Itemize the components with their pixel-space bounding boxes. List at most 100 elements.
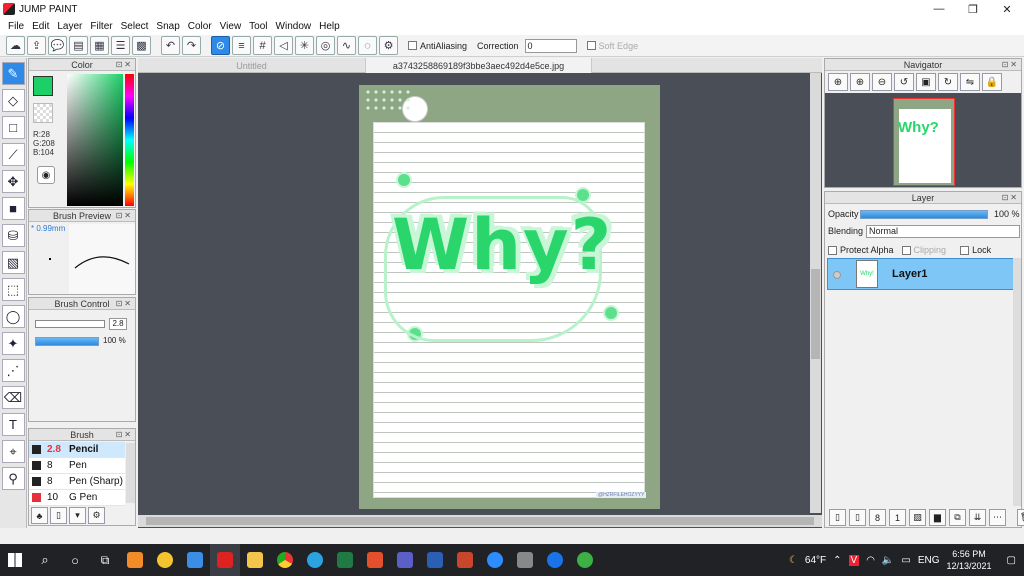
task-view-icon[interactable]: ⧉ <box>90 544 120 576</box>
rectangle-tool-icon[interactable]: □ <box>1 116 25 139</box>
new-brush-icon[interactable]: ▯ <box>50 507 67 524</box>
zoom-out-icon[interactable]: ⊖ <box>872 73 892 91</box>
chrome-alt-icon[interactable] <box>150 544 180 576</box>
message-icon[interactable]: ▤ <box>69 36 88 55</box>
brush-menu-icon[interactable]: ▾ <box>69 507 86 524</box>
teams-icon[interactable] <box>390 544 420 576</box>
background-color-swatch[interactable] <box>33 103 53 123</box>
chrome-icon[interactable] <box>270 544 300 576</box>
brush-opacity-slider[interactable] <box>35 337 99 346</box>
windows-start-icon[interactable] <box>0 544 30 576</box>
volume-icon[interactable]: 🔈 <box>882 555 894 566</box>
move-tool-icon[interactable]: ✥ <box>1 170 25 193</box>
zalo-icon[interactable] <box>540 544 570 576</box>
tray-app-icon[interactable]: V <box>848 554 860 566</box>
menu-layer[interactable]: Layer <box>53 21 86 32</box>
redo-icon[interactable]: ↷ <box>182 36 201 55</box>
menu-window[interactable]: Window <box>272 21 316 32</box>
edge-icon[interactable] <box>300 544 330 576</box>
snap-off-icon[interactable]: ⊘ <box>211 36 230 55</box>
comment-icon[interactable]: 💬 <box>48 36 67 55</box>
store-icon[interactable] <box>180 544 210 576</box>
weather-temperature[interactable]: 64°F <box>805 555 826 566</box>
soft-edge-checkbox[interactable]: Soft Edge <box>586 41 638 51</box>
eyedropper-button[interactable]: ◉ <box>37 166 55 184</box>
brush-group-icon[interactable]: ♣ <box>31 507 48 524</box>
brush-tool-icon[interactable]: ✎ <box>1 62 25 85</box>
undo-icon[interactable]: ↶ <box>161 36 180 55</box>
bucket-tool-icon[interactable]: ⛁ <box>1 224 25 247</box>
brush-list-scrollbar[interactable] <box>126 443 135 503</box>
rotate-snap-icon[interactable]: ◌ <box>358 36 377 55</box>
vanishing-snap-icon[interactable]: ◁ <box>274 36 293 55</box>
line-tool-icon[interactable]: ⟋ <box>1 143 25 166</box>
powerpoint-icon[interactable] <box>450 544 480 576</box>
gradient-tool-icon[interactable]: ▧ <box>1 251 25 274</box>
zoom-icon[interactable] <box>480 544 510 576</box>
menu-color[interactable]: Color <box>184 21 216 32</box>
clipping-checkbox[interactable]: Clipping <box>901 245 946 255</box>
minimize-button[interactable]: — <box>922 0 956 18</box>
document-icon[interactable]: ▦ <box>90 36 109 55</box>
vertical-scroll-thumb[interactable] <box>811 269 820 359</box>
language-indicator[interactable]: ENG <box>918 555 940 566</box>
battery-icon[interactable]: ▭ <box>901 555 910 566</box>
layer-settings-icon[interactable]: ⋯ <box>989 509 1006 526</box>
select-rect-tool-icon[interactable]: ⬚ <box>1 278 25 301</box>
magic-wand-tool-icon[interactable]: ✦ <box>1 332 25 355</box>
duplicate-layer-icon[interactable]: ⧉ <box>949 509 966 526</box>
circle-snap-icon[interactable]: ◎ <box>316 36 335 55</box>
select-eraser-tool-icon[interactable]: ⌫ <box>1 386 25 409</box>
delete-layer-icon[interactable]: 🗑 <box>1017 509 1024 526</box>
wifi-icon[interactable]: ◠ <box>866 555 875 566</box>
brush-item-g-pen[interactable]: 10 G Pen <box>29 490 125 506</box>
correction-select[interactable]: 0 <box>524 38 577 53</box>
blending-select[interactable]: Normal <box>866 224 1020 238</box>
brush-item-pen[interactable]: 8 Pen <box>29 458 125 474</box>
lock-checkbox[interactable]: Lock <box>960 245 991 255</box>
foreground-color-swatch[interactable] <box>33 76 53 96</box>
hue-slider[interactable] <box>125 74 134 206</box>
lasso-tool-icon[interactable]: ◯ <box>1 305 25 328</box>
menu-select[interactable]: Select <box>117 21 153 32</box>
weather-moon-icon[interactable]: ☾ <box>789 555 798 566</box>
menu-view[interactable]: View <box>216 21 246 32</box>
layer-visibility-icon[interactable] <box>833 271 841 279</box>
rotate-right-icon[interactable]: ↻ <box>938 73 958 91</box>
rotate-left-icon[interactable]: ↺ <box>894 73 914 91</box>
panel-controls-icon[interactable]: ⊡✕ <box>116 60 133 69</box>
layer-1bit-icon[interactable]: 1 <box>889 509 906 526</box>
office-icon[interactable] <box>360 544 390 576</box>
navigator-preview[interactable]: Why? <box>825 93 1021 187</box>
radial-snap-icon[interactable]: ✳ <box>295 36 314 55</box>
tray-expand-icon[interactable]: ⌃ <box>833 555 841 566</box>
word-icon[interactable] <box>420 544 450 576</box>
curve-snap-icon[interactable]: ∿ <box>337 36 356 55</box>
antialiasing-checkbox[interactable]: AntiAliasing <box>408 41 467 51</box>
settings-list-icon[interactable]: ☰ <box>111 36 130 55</box>
grid-icon[interactable]: ▩ <box>132 36 151 55</box>
brush-size-slider[interactable] <box>35 320 105 328</box>
cloud-icon[interactable]: ☁ <box>6 36 25 55</box>
canvas-vertical-scrollbar[interactable] <box>810 73 821 513</box>
halftone-layer-icon[interactable]: ▨ <box>909 509 926 526</box>
parallel-snap-icon[interactable]: ≡ <box>232 36 251 55</box>
eraser-tool-icon[interactable]: ◇ <box>1 89 25 112</box>
close-button[interactable]: ✕ <box>990 0 1024 18</box>
saturation-value-picker[interactable] <box>67 74 123 206</box>
select-pen-tool-icon[interactable]: ⋰ <box>1 359 25 382</box>
menu-help[interactable]: Help <box>315 21 344 32</box>
notification-icon[interactable]: ▢ <box>1007 555 1016 566</box>
tab-untitled[interactable]: Untitled <box>138 58 366 73</box>
brush-size-value[interactable]: 2.8 <box>109 318 127 330</box>
zoom-in-alt-icon[interactable]: ⊕ <box>850 73 870 91</box>
brush-item-pencil[interactable]: 2.8 Pencil <box>29 442 125 458</box>
app-orange-icon[interactable] <box>120 544 150 576</box>
menu-file[interactable]: File <box>4 21 28 32</box>
usb-app-icon[interactable] <box>510 544 540 576</box>
fill-rect-tool-icon[interactable]: ■ <box>1 197 25 220</box>
horizontal-scroll-thumb[interactable] <box>146 517 814 525</box>
menu-filter[interactable]: Filter <box>86 21 116 32</box>
folder-icon[interactable]: ▆ <box>929 509 946 526</box>
maximize-button[interactable]: ❐ <box>956 0 990 18</box>
